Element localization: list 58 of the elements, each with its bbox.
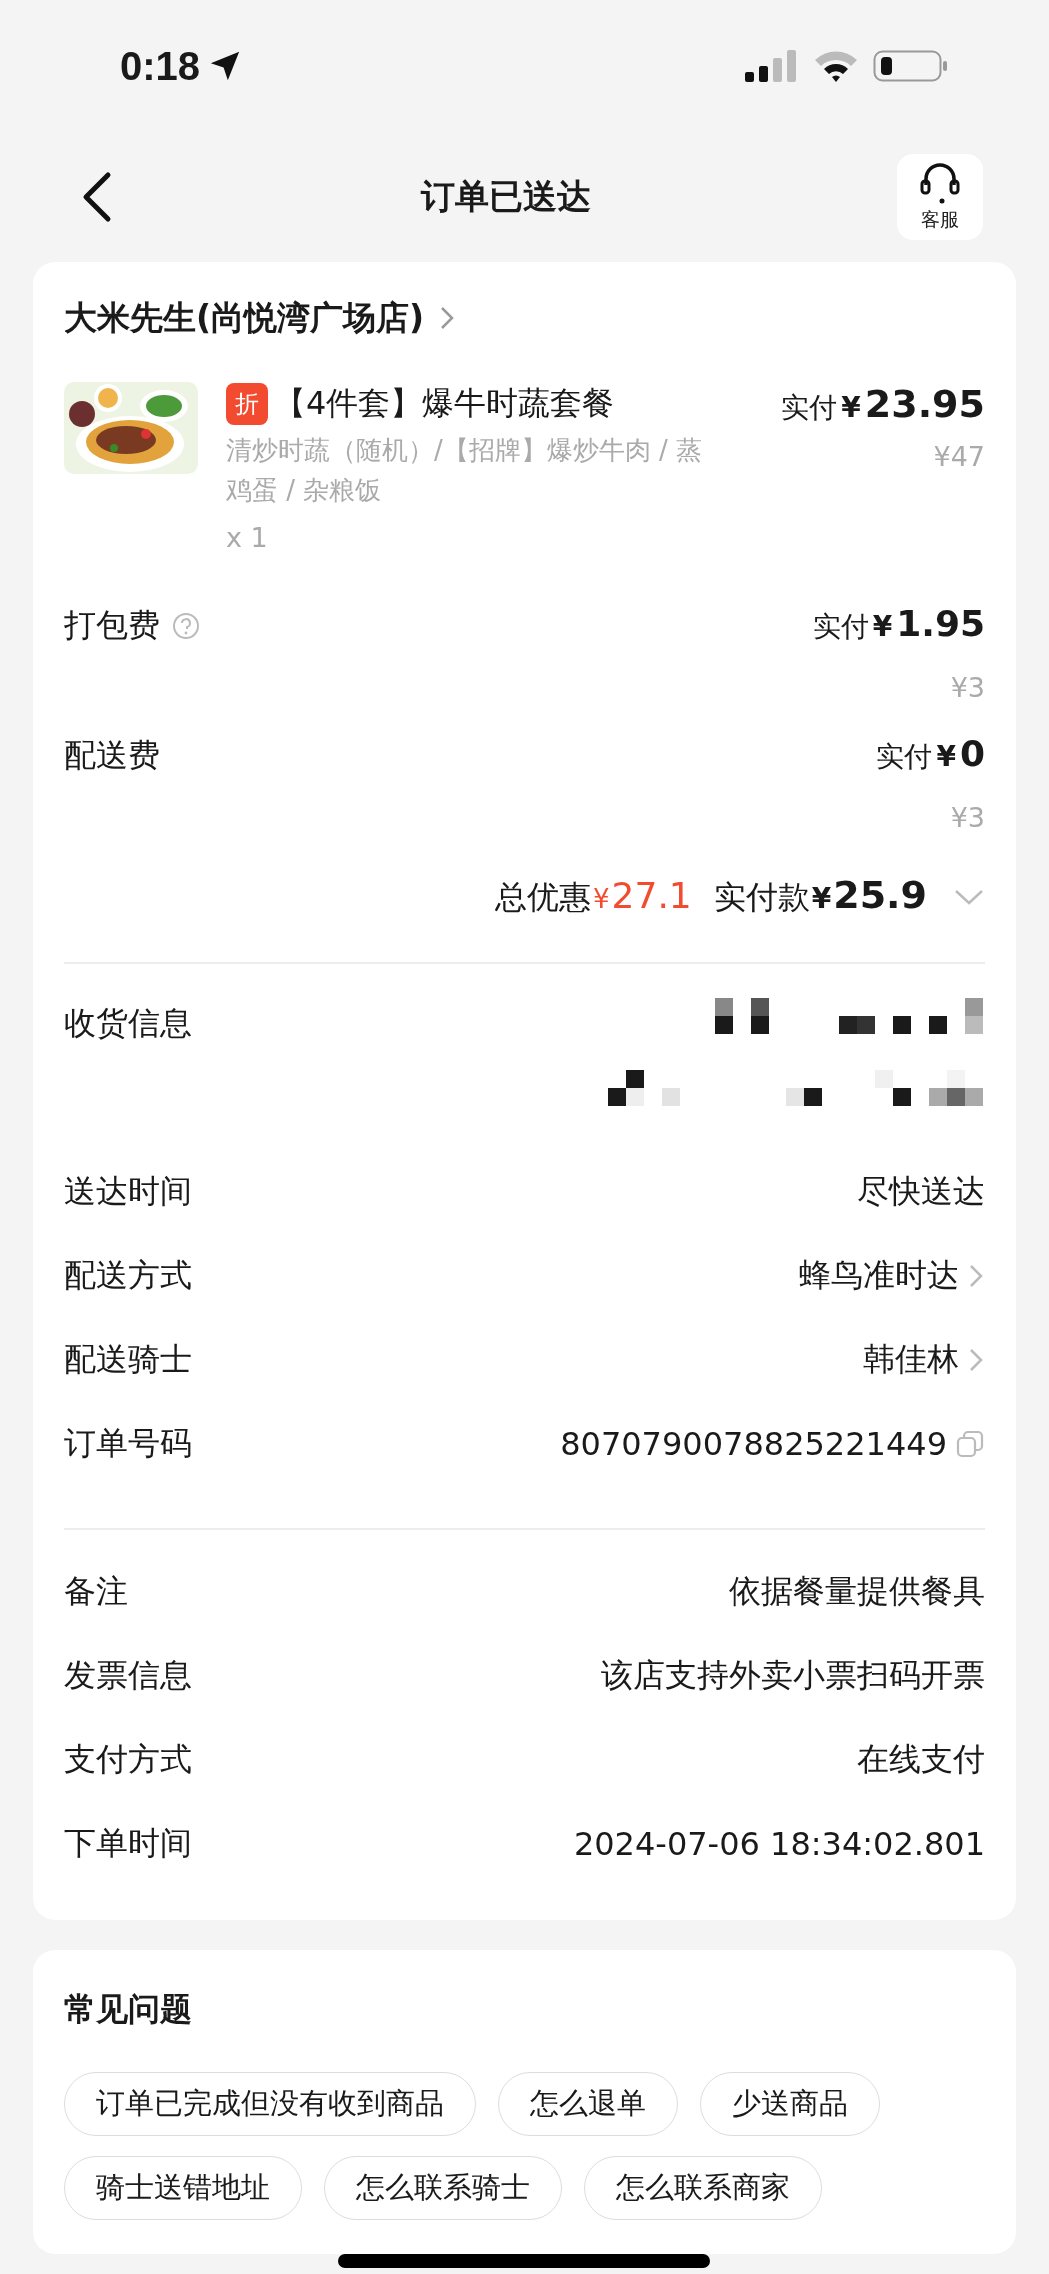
info-value: 依据餐量提供餐具 bbox=[729, 1571, 985, 1612]
question-chip[interactable]: 骑士送错地址 bbox=[64, 2156, 302, 2220]
copy-icon[interactable] bbox=[955, 1429, 985, 1459]
info-value: 在线支付 bbox=[857, 1739, 985, 1780]
discount-label: 总优惠 bbox=[495, 877, 592, 918]
info-value: 尽快送达 bbox=[857, 1171, 985, 1212]
question-chip[interactable]: 怎么退单 bbox=[498, 2072, 678, 2136]
discount-amount: 27.1 bbox=[611, 875, 692, 916]
info-value: 2024-07-06 18:34:02.801 bbox=[573, 1825, 985, 1863]
info-label: 送达时间 bbox=[64, 1171, 192, 1212]
info-value: 该店支持外卖小票扫码开票 bbox=[601, 1655, 985, 1696]
fee-label: 打包费 bbox=[64, 605, 160, 646]
paid-amount: 0 bbox=[959, 733, 985, 774]
info-label: 订单号码 bbox=[64, 1423, 192, 1464]
info-label: 发票信息 bbox=[64, 1655, 192, 1696]
paid-amount: 1.95 bbox=[896, 603, 985, 644]
info-value[interactable]: 蜂鸟准时达 bbox=[799, 1254, 959, 1298]
question-chip[interactable]: 少送商品 bbox=[700, 2072, 880, 2136]
paid-label: 实付 bbox=[812, 609, 869, 645]
total-paid-label: 实付款 bbox=[713, 877, 810, 918]
item-name: 【4件套】爆牛时蔬套餐 bbox=[274, 383, 615, 424]
info-label: 配送骑士 bbox=[64, 1339, 192, 1380]
currency-symbol: ¥ bbox=[593, 884, 610, 914]
store-link[interactable]: 大米先生(尚悦湾广场店) bbox=[64, 292, 985, 344]
original-price: ¥47 bbox=[933, 441, 985, 472]
question-chip[interactable]: 怎么联系骑士 bbox=[324, 2156, 562, 2220]
original-price: ¥3 bbox=[950, 802, 985, 833]
info-label: 支付方式 bbox=[64, 1739, 192, 1780]
info-label: 配送方式 bbox=[64, 1255, 192, 1296]
wifi-icon bbox=[813, 48, 859, 84]
headset-icon[interactable] bbox=[918, 161, 962, 205]
currency-symbol: ¥ bbox=[872, 610, 893, 643]
paid-label: 实付 bbox=[781, 390, 838, 426]
paid-amount: 23.95 bbox=[864, 382, 985, 426]
info-value[interactable]: 韩佳林 bbox=[863, 1338, 959, 1382]
item-quantity: x 1 bbox=[226, 522, 269, 553]
page-title: 订单已送达 bbox=[420, 175, 591, 218]
paid-label: 实付 bbox=[876, 739, 933, 775]
currency-symbol: ¥ bbox=[841, 391, 861, 424]
currency-symbol: ¥ bbox=[811, 882, 832, 915]
question-chip[interactable]: 怎么联系商家 bbox=[584, 2156, 822, 2220]
info-label: 备注 bbox=[64, 1571, 128, 1612]
item-spec: 清炒时蔬（随机）/【招牌】爆炒牛肉 / 蒸鸡蛋 / 杂粮饭 bbox=[226, 434, 704, 507]
original-price: ¥3 bbox=[950, 672, 985, 703]
info-label: 收货信息 bbox=[64, 1003, 192, 1044]
question-chip[interactable]: 订单已完成但没有收到商品 bbox=[64, 2072, 476, 2136]
signal-icon bbox=[745, 48, 799, 84]
discount-badge: 折 bbox=[226, 383, 268, 425]
status-time: 0:18 bbox=[120, 43, 201, 89]
customer-service-button[interactable]: 客服 bbox=[897, 154, 983, 240]
currency-symbol: ¥ bbox=[936, 740, 956, 773]
help-icon[interactable] bbox=[172, 612, 200, 640]
section-title: 常见问题 bbox=[64, 1989, 193, 2030]
order-number: 8070790078825221449 bbox=[560, 1425, 947, 1463]
info-label: 下单时间 bbox=[64, 1823, 192, 1864]
total-paid-amount: 25.9 bbox=[833, 873, 927, 917]
fee-label: 配送费 bbox=[64, 735, 160, 776]
battery-icon bbox=[873, 48, 949, 84]
